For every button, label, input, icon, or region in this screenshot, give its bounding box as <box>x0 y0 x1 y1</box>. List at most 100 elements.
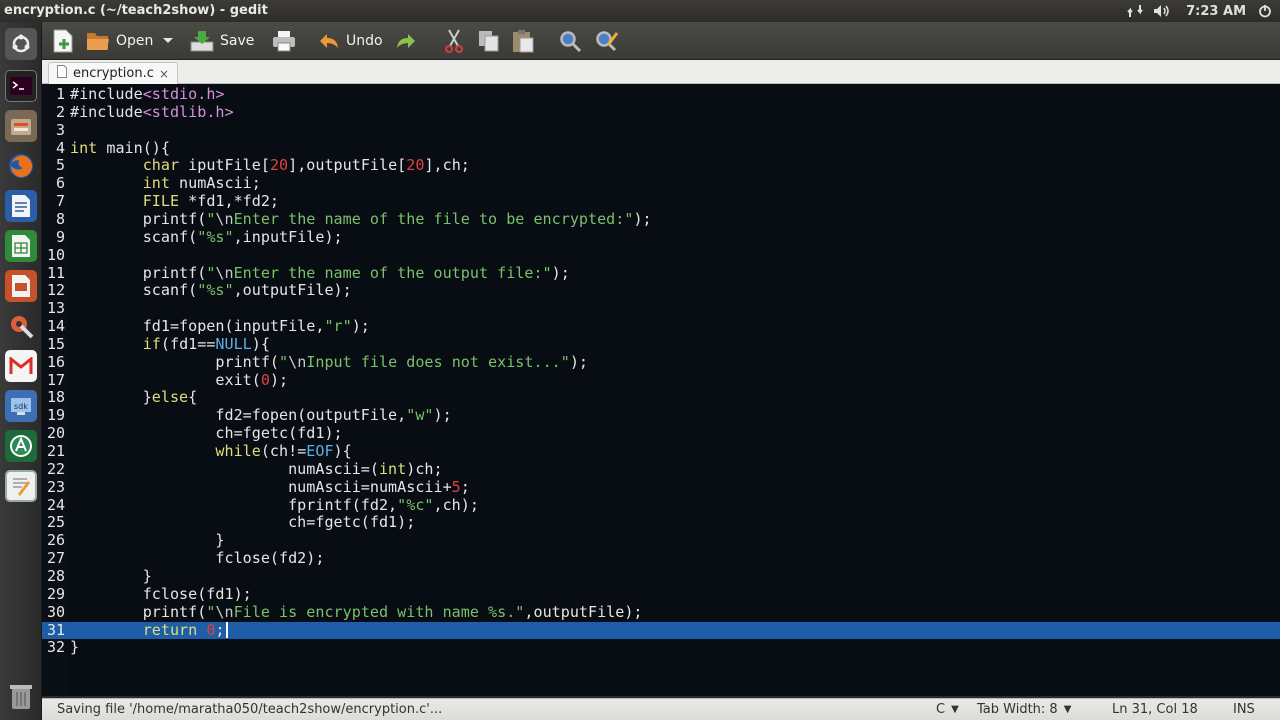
open-button[interactable]: Open <box>86 27 153 55</box>
code-line[interactable]: 18 }else{ <box>42 389 1280 407</box>
android-icon[interactable] <box>5 430 37 462</box>
code-line[interactable]: 8 printf("\nEnter the name of the file t… <box>42 210 1280 229</box>
line-number: 1 <box>55 85 65 103</box>
save-button[interactable]: Save <box>190 27 254 55</box>
line-number: 28 <box>46 566 65 585</box>
code-line[interactable]: 9 scanf("%s",inputFile); <box>42 227 1280 247</box>
volume-icon[interactable] <box>1148 0 1176 22</box>
code-line[interactable]: 12 scanf("%s",outputFile); <box>42 281 1280 300</box>
code-text: #include<stdlib.h> <box>70 102 234 121</box>
open-icon <box>86 30 110 52</box>
files-icon[interactable] <box>5 110 37 142</box>
line-number: 29 <box>46 584 65 603</box>
code-line[interactable]: 27 fclose(fd2); <box>42 549 1280 568</box>
code-line[interactable]: 25 ch=fgetc(fd1); <box>42 514 1280 532</box>
line-number: 22 <box>46 459 65 478</box>
writer-icon[interactable] <box>5 190 37 222</box>
code-line[interactable]: 7 FILE *fd1,*fd2; <box>42 192 1280 211</box>
firefox-icon[interactable] <box>5 150 37 182</box>
print-icon <box>272 30 296 52</box>
chevron-down-icon <box>162 37 174 45</box>
undo-label: Undo <box>346 33 383 49</box>
find-button[interactable] <box>559 27 581 55</box>
gmail-icon[interactable] <box>5 350 37 382</box>
code-line[interactable]: 15 if(fd1==NULL){ <box>42 334 1280 354</box>
code-line[interactable]: 30 printf("\nFile is encrypted with name… <box>42 603 1280 622</box>
redo-button[interactable] <box>395 27 417 55</box>
code-line[interactable]: 23 numAscii=numAscii+5; <box>42 477 1280 497</box>
calc-icon[interactable] <box>5 230 37 262</box>
code-line[interactable]: 11 printf("\nEnter the name of the outpu… <box>42 264 1280 283</box>
code-line[interactable]: 2 #include<stdlib.h> <box>42 102 1280 122</box>
tab-label: encryption.c <box>73 66 154 81</box>
code-line[interactable]: 32} <box>42 638 1280 657</box>
copy-button[interactable] <box>478 27 500 55</box>
new-document-button[interactable] <box>52 27 74 55</box>
code-line[interactable]: 6 int numAscii; <box>42 174 1280 193</box>
code-text: while(ch!=EOF){ <box>215 442 352 460</box>
line-number: 14 <box>46 317 65 336</box>
code-text: numAscii=numAscii+5; <box>70 477 470 496</box>
code-line[interactable]: 28 } <box>42 566 1280 586</box>
code-text: } <box>70 531 225 550</box>
code-line[interactable]: 13 <box>42 299 1280 318</box>
tab-width-selector[interactable]: Tab Width: 8 ▼ <box>977 702 1071 717</box>
sdk-icon[interactable]: sdk <box>5 390 37 422</box>
code-line[interactable]: 17 exit(0); <box>42 370 1280 390</box>
code-line[interactable]: 31 return 0; <box>42 621 1280 640</box>
code-line[interactable]: 21 while(ch!=EOF){ <box>42 442 1280 461</box>
code-line[interactable]: 5 char iputFile[20],outputFile[20],ch; <box>42 156 1280 175</box>
print-button[interactable] <box>272 27 296 55</box>
code-line[interactable]: 1 #include<stdio.h> <box>42 85 1280 104</box>
undo-button[interactable]: Undo <box>318 27 383 55</box>
dash-icon[interactable] <box>5 28 37 60</box>
cut-button[interactable] <box>444 27 464 55</box>
clock[interactable]: 7:23 AM <box>1186 0 1246 22</box>
code-line[interactable]: 10 <box>42 246 1280 265</box>
save-label: Save <box>220 33 255 49</box>
impress-icon[interactable] <box>5 270 37 302</box>
code-text: #include<stdio.h> <box>70 85 225 103</box>
power-icon[interactable] <box>1254 0 1276 22</box>
redo-icon <box>395 32 417 50</box>
line-number: 2 <box>55 102 65 121</box>
code-line[interactable]: 19 fd2=fopen(outputFile,"w"); <box>42 406 1280 425</box>
replace-button[interactable] <box>595 27 619 55</box>
line-number: 9 <box>55 227 65 246</box>
code-line[interactable]: 14 fd1=fopen(inputFile,"r"); <box>42 317 1280 336</box>
code-line[interactable]: 20 ch=fgetc(fd1); <box>42 424 1280 443</box>
network-icon[interactable] <box>1122 0 1148 22</box>
code-text: ch=fgetc(fd1); <box>70 424 343 443</box>
text-editor-icon[interactable] <box>5 470 37 502</box>
toolbar: Open Save Undo <box>42 22 1280 60</box>
language-selector[interactable]: C ▼ <box>936 702 959 717</box>
chevron-down-icon: ▼ <box>1063 704 1072 715</box>
code-line[interactable]: 16 printf("\nInput file does not exist..… <box>42 353 1280 372</box>
line-number: 15 <box>46 334 65 353</box>
code-line[interactable]: 22 numAscii=(int)ch; <box>42 459 1280 479</box>
line-number: 19 <box>46 406 65 425</box>
code-line[interactable]: 26 } <box>42 531 1280 550</box>
code-line[interactable]: 4 int main(){ <box>42 138 1280 158</box>
undo-icon <box>318 32 340 50</box>
line-number: 17 <box>46 370 65 389</box>
paste-button[interactable] <box>512 27 534 55</box>
open-recent-dropdown[interactable] <box>162 27 174 55</box>
line-number: 4 <box>55 138 65 157</box>
launcher: sdk <box>0 22 42 720</box>
code-text: scanf("%s",inputFile); <box>70 227 343 246</box>
trash-icon[interactable] <box>5 680 37 712</box>
close-icon[interactable]: × <box>159 67 169 81</box>
code-editor[interactable]: 1 #include<stdio.h> 2 #include<stdlib.h> 3 4 i… <box>42 84 1280 696</box>
tab-encryption-c[interactable]: encryption.c × <box>48 62 178 84</box>
terminal-icon[interactable] <box>5 70 37 102</box>
code-text: int main(){ <box>70 138 170 157</box>
line-number: 6 <box>55 174 65 193</box>
line-number: 13 <box>46 299 65 318</box>
line-number: 7 <box>55 192 65 211</box>
code-line[interactable]: 3 <box>42 121 1280 140</box>
code-line[interactable]: 24 fprintf(fd2,"%c",ch); <box>42 496 1280 515</box>
code-text: int numAscii; <box>142 174 261 193</box>
code-line[interactable]: 29 fclose(fd1); <box>42 584 1280 604</box>
settings-icon[interactable] <box>5 310 37 342</box>
